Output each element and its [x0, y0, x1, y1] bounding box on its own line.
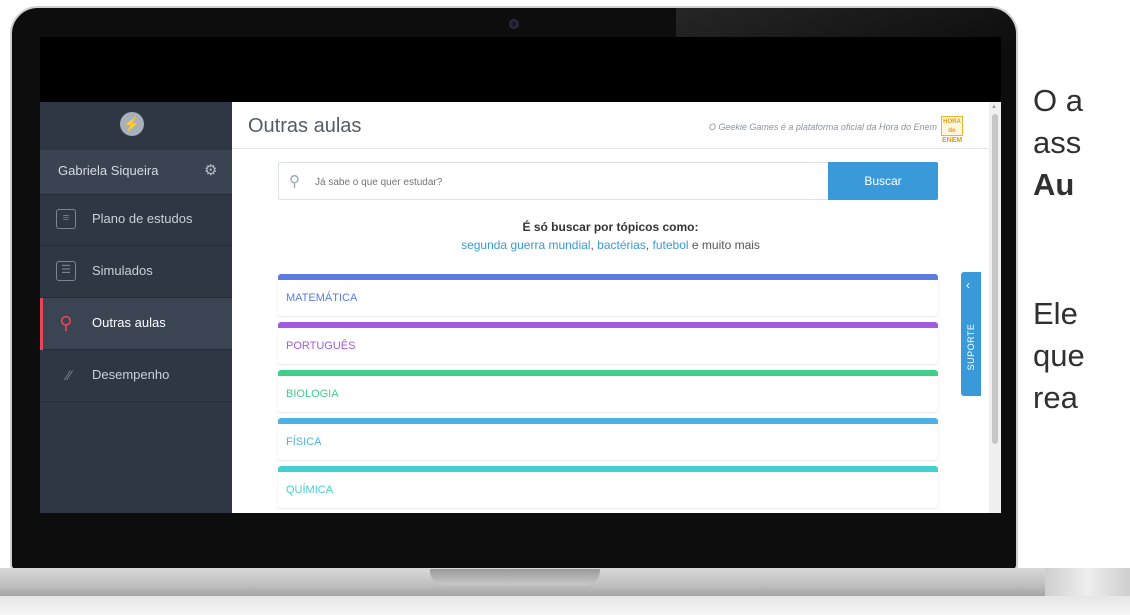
subject-label: FÍSICA	[286, 436, 322, 448]
user-profile[interactable]: Gabriela Siqueira ⚙	[40, 150, 232, 195]
side-text-line: Au	[1033, 167, 1075, 202]
app-window: ⚡ Gabriela Siqueira ⚙ ≡ Plano de estudos…	[40, 102, 1001, 513]
sidebar-item-plano-de-estudos[interactable]: ≡ Plano de estudos	[40, 194, 232, 246]
search-input[interactable]	[313, 163, 797, 201]
hint-topics: segunda guerra mundial, bactérias, futeb…	[232, 238, 989, 252]
side-text-line: Ele	[1033, 296, 1078, 331]
search-icon: ⚲	[289, 173, 300, 190]
subject-label: BIOLOGIA	[286, 388, 339, 400]
sidebar-item-label: Plano de estudos	[92, 211, 193, 226]
plan-icon: ≡	[56, 209, 76, 229]
sidebar-item-label: Outras aulas	[92, 315, 166, 330]
subject-color-bar	[278, 418, 938, 424]
laptop-lid-notch	[430, 569, 600, 585]
side-text-line: ass	[1033, 125, 1082, 160]
subject-label: QUÍMICA	[286, 484, 334, 496]
header-note: O Geekie Games é a plataforma oficial da…	[708, 122, 937, 132]
sidebar-item-label: Simulados	[92, 263, 153, 278]
support-tab[interactable]: ‹ SUPORTE	[961, 272, 981, 396]
topic-link-bacterias[interactable]: bactérias	[597, 238, 646, 252]
subject-card-quimica[interactable]: QUÍMICA	[278, 466, 938, 508]
subject-label: MATEMÁTICA	[286, 292, 358, 304]
header-divider	[232, 148, 989, 149]
sidebar-item-desempenho[interactable]: ⁄∕ Desempenho	[40, 350, 232, 402]
subject-color-bar	[278, 370, 938, 376]
subject-color-bar	[278, 274, 938, 280]
side-text-line: O a	[1033, 83, 1083, 118]
subject-card-portugues[interactable]: PORTUGUÊS	[278, 322, 938, 364]
topic-separator: ,	[645, 238, 653, 252]
main-content: Outras aulas O Geekie Games é a platafor…	[232, 102, 989, 513]
topic-link-futebol[interactable]: futebol	[653, 238, 689, 252]
scroll-thumb[interactable]	[992, 114, 998, 444]
laptop-base-edge	[1045, 568, 1130, 598]
search-button[interactable]: Buscar	[828, 162, 938, 200]
webcam-icon	[509, 19, 519, 29]
sidebar-item-outras-aulas[interactable]: ⚲ Outras aulas	[40, 298, 232, 350]
page-title: Outras aulas	[248, 115, 362, 137]
search-icon: ⚲	[59, 313, 73, 333]
badge-bottom-text: ENEM	[942, 137, 963, 144]
subject-color-bar	[278, 322, 938, 328]
topic-link-segunda-guerra[interactable]: segunda guerra mundial	[461, 238, 590, 252]
subject-color-bar	[278, 466, 938, 472]
sidebar-item-simulados[interactable]: ☰ Simulados	[40, 246, 232, 298]
side-text-line: rea	[1033, 380, 1078, 415]
gear-icon[interactable]: ⚙	[204, 161, 217, 179]
side-text-line: que	[1033, 338, 1085, 373]
subject-label: PORTUGUÊS	[286, 340, 356, 352]
search-box: ⚲ Buscar	[278, 162, 938, 201]
chart-line-icon: ⁄∕	[66, 367, 72, 383]
badge-top-text: HORA do	[943, 119, 961, 134]
hint-title: É só buscar por tópicos como:	[522, 220, 699, 234]
subject-card-fisica[interactable]: FÍSICA	[278, 418, 938, 460]
hint-tail: e muito mais	[688, 238, 760, 252]
laptop-base-shadow	[0, 596, 1130, 615]
scrollbar[interactable]: ▲	[989, 102, 1001, 513]
support-label: SUPORTE	[966, 323, 976, 371]
sidebar-item-label: Desempenho	[92, 367, 170, 382]
laptop-screen: ⚡ Gabriela Siqueira ⚙ ≡ Plano de estudos…	[40, 37, 1001, 513]
logo-icon[interactable]: ⚡	[120, 112, 144, 136]
list-icon: ☰	[56, 261, 76, 281]
subject-card-biologia[interactable]: BIOLOGIA	[278, 370, 938, 412]
sidebar: ⚡ Gabriela Siqueira ⚙ ≡ Plano de estudos…	[40, 102, 232, 513]
hora-do-enem-logo: HORA do ENEM	[941, 116, 963, 144]
user-name: Gabriela Siqueira	[58, 163, 159, 178]
subject-card-matematica[interactable]: MATEMÁTICA	[278, 274, 938, 316]
chevron-left-icon: ‹	[966, 278, 970, 292]
scroll-up-arrow-icon[interactable]: ▲	[991, 104, 997, 110]
